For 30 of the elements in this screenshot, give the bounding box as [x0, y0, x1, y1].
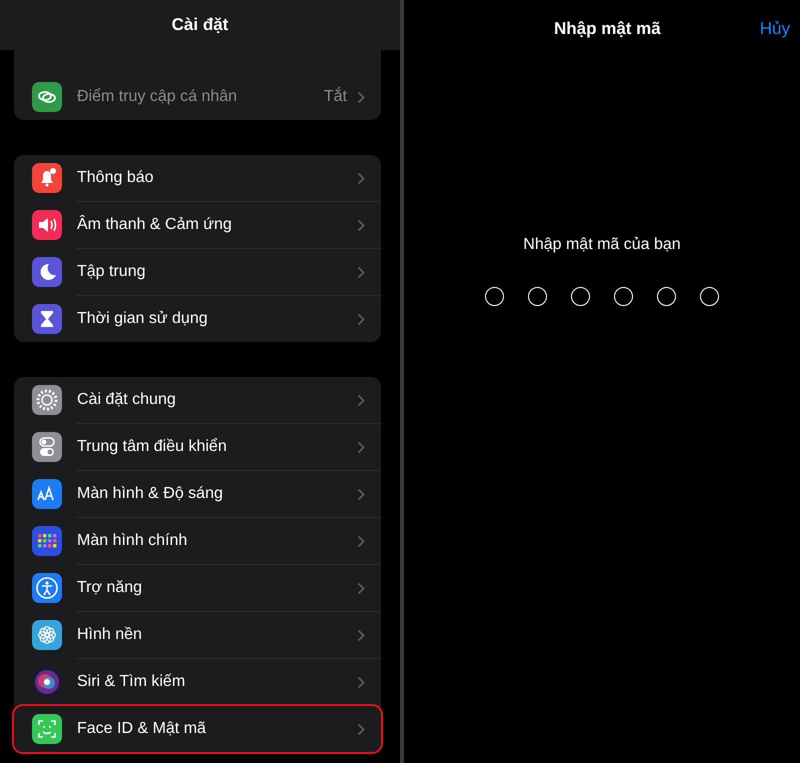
- row-value: Tắt: [324, 86, 347, 107]
- screen-title: Nhập mật mã: [554, 18, 661, 40]
- settings-row[interactable]: Siri & Tìm kiếm: [14, 659, 381, 705]
- settings-row[interactable]: Thời gian sử dụng: [14, 296, 381, 342]
- settings-row[interactable]: Màn hình chính: [14, 518, 381, 564]
- settings-row[interactable]: Hình nền: [14, 612, 381, 658]
- chevron-icon: [357, 534, 365, 548]
- settings-row[interactable]: Thông báo: [14, 155, 381, 201]
- chevron-icon: [357, 628, 365, 642]
- settings-row[interactable]: Face ID & Mật mã: [14, 706, 381, 752]
- chevron-icon: [357, 722, 365, 736]
- chevron-icon: [357, 266, 365, 278]
- settings-row[interactable]: Màn hình & Độ sáng: [14, 471, 381, 517]
- chevron-icon: [357, 440, 365, 454]
- chevron-icon: [357, 312, 365, 326]
- passcode-prompt: Nhập mật mã của bạn: [522, 235, 682, 255]
- chevron-icon: [357, 394, 365, 406]
- chevron-icon: [357, 90, 365, 104]
- settings-row[interactable]: Trung tâm điều khiển: [14, 424, 381, 470]
- chevron-icon: [357, 488, 365, 500]
- settings-row[interactable]: Cài đặt chung: [14, 377, 381, 423]
- cancel-button[interactable]: Hủy: [760, 16, 790, 42]
- chevron-icon: [357, 676, 365, 688]
- settings-row[interactable]: Trợ năng: [14, 565, 381, 611]
- screen-title: Cài đặt: [172, 14, 228, 36]
- settings-row[interactable]: Âm thanh & Cảm ứng: [14, 202, 381, 248]
- settings-row[interactable]: Tập trung: [14, 249, 381, 295]
- chevron-icon: [357, 172, 365, 184]
- chevron-icon: [357, 218, 365, 232]
- chevron-icon: [357, 582, 365, 594]
